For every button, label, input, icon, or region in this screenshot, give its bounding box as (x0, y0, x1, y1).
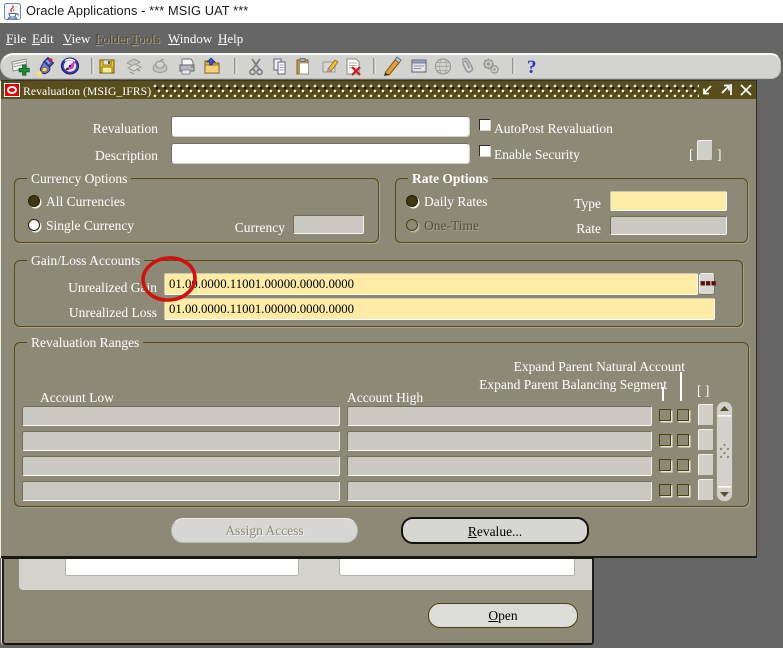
svg-text:?: ? (527, 57, 537, 78)
